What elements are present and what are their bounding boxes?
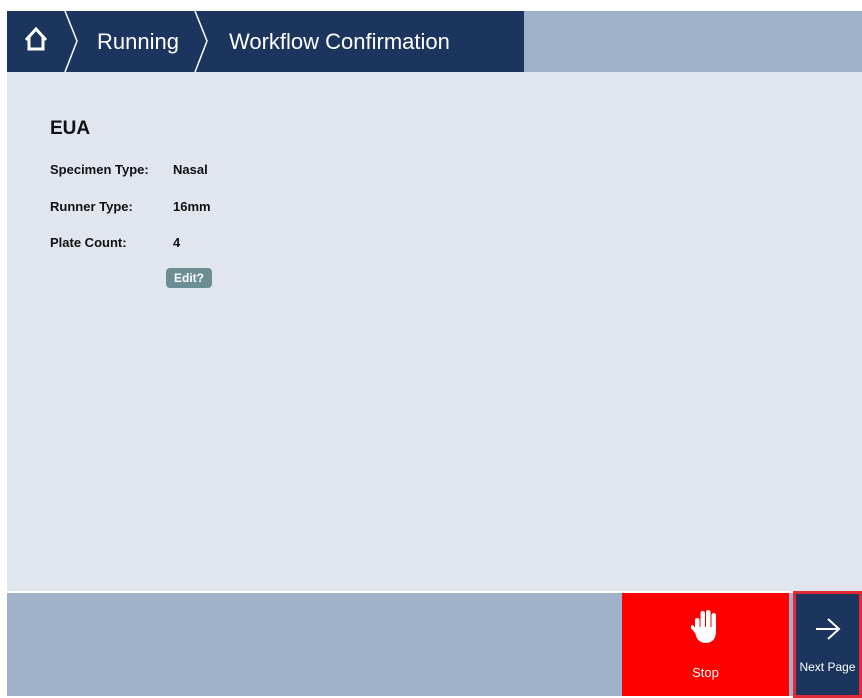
breadcrumb-separator — [64, 11, 78, 72]
edit-button[interactable]: Edit? — [166, 268, 212, 288]
plate-count-value: 4 — [173, 235, 181, 250]
footer-bar: Stop Next Page — [7, 591, 862, 698]
runner-type-label: Runner Type: — [50, 199, 133, 214]
home-icon — [23, 26, 49, 57]
next-page-label: Next Page — [799, 660, 856, 674]
breadcrumb-separator — [194, 11, 208, 72]
workflow-confirmation-panel: EUA Specimen Type: Nasal Runner Type: 16… — [7, 72, 862, 591]
next-page-button[interactable]: Next Page — [793, 593, 862, 696]
runner-type-value: 16mm — [173, 199, 211, 214]
specimen-type-value: Nasal — [173, 162, 208, 177]
specimen-type-label: Specimen Type: — [50, 162, 149, 177]
header-bar: Running Workflow Confirmation — [7, 11, 862, 72]
stop-label: Stop — [692, 665, 719, 680]
breadcrumb: Running Workflow Confirmation — [7, 11, 524, 72]
breadcrumb-running[interactable]: Running — [97, 11, 179, 72]
hand-stop-icon — [690, 609, 719, 650]
breadcrumb-workflow-confirmation: Workflow Confirmation — [229, 29, 450, 54]
stop-button[interactable]: Stop — [622, 593, 789, 696]
arrow-right-icon — [815, 618, 841, 645]
app-window: Running Workflow Confirmation EUA Specim… — [7, 11, 862, 698]
plate-count-label: Plate Count: — [50, 235, 127, 250]
home-button[interactable] — [7, 11, 65, 72]
workflow-title: EUA — [50, 118, 91, 139]
